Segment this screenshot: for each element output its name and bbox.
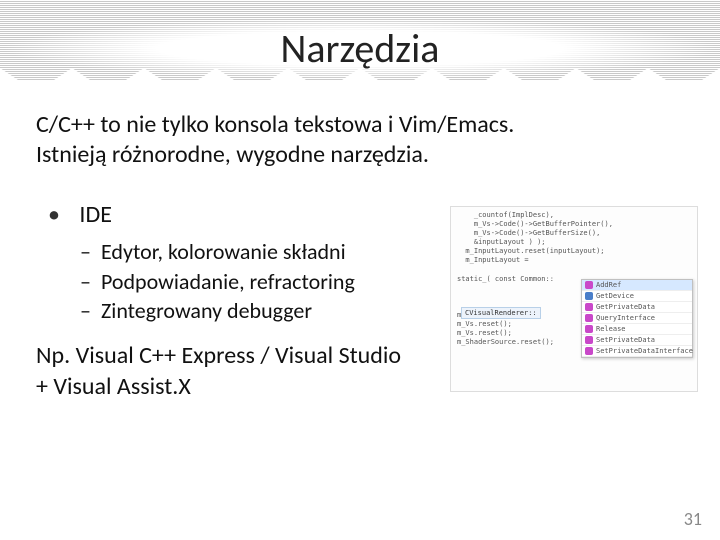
ide-popup-label: SetPrivateData <box>596 336 655 344</box>
ide-scope-token: CVisualRenderer:: <box>461 307 541 319</box>
ide-popup-item: GetDevice <box>582 291 692 302</box>
method-icon <box>585 314 593 322</box>
page-title: Narzędzia <box>0 18 720 79</box>
ide-popup-item: SetPrivateData <box>582 335 692 346</box>
ide-popup-label: QueryInterface <box>596 314 655 322</box>
intro-text: C/C++ to nie tylko konsola tekstowa i Vi… <box>36 110 684 170</box>
intro-line-1: C/C++ to nie tylko konsola tekstowa i Vi… <box>36 110 514 139</box>
ide-popup-label: GetPrivateData <box>596 303 655 311</box>
ide-popup-item: GetPrivateData <box>582 302 692 313</box>
ide-popup-label: GetDevice <box>596 292 634 300</box>
method-icon <box>585 325 593 333</box>
method-icon <box>585 303 593 311</box>
intro-line-2: Istnieją różnorodne, wygodne narzędzia. <box>36 140 429 169</box>
method-icon <box>585 281 593 289</box>
bullet-ide-label: IDE <box>79 200 112 229</box>
example-line-2: + Visual Assist.X <box>36 372 191 401</box>
ide-popup-label: AddRef <box>596 281 621 289</box>
ide-popup-item: AddRef <box>582 280 692 291</box>
ide-popup-item: Release <box>582 324 692 335</box>
method-icon <box>585 336 593 344</box>
example-line-1: Np. Visual C++ Express / Visual Studio <box>36 341 401 370</box>
ide-popup-item: SetPrivateDataInterface <box>582 346 692 357</box>
method-icon <box>585 347 593 355</box>
ide-popup-label: Release <box>596 325 626 333</box>
ide-screenshot: _countof(ImplDesc), m_Vs->Code()->GetBuf… <box>450 206 698 392</box>
ide-popup-item: QueryInterface <box>582 313 692 324</box>
page-number: 31 <box>684 508 702 530</box>
ide-popup-label: SetPrivateDataInterface <box>596 347 693 355</box>
ide-autocomplete-popup: AddRef GetDevice GetPrivateData QueryInt… <box>581 279 693 358</box>
method-icon <box>585 292 593 300</box>
